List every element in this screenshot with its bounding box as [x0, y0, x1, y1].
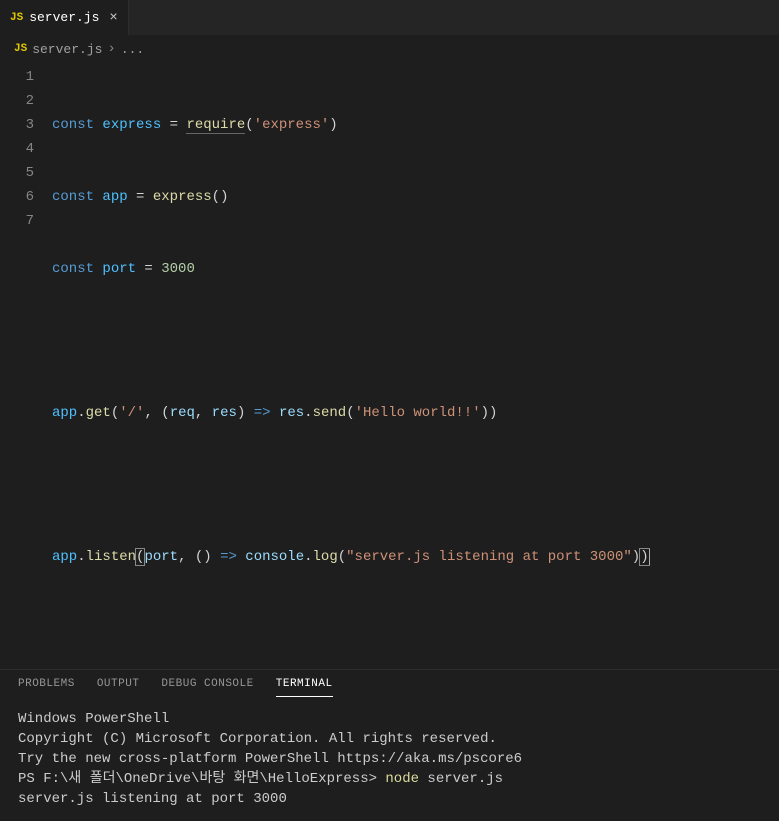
code-line: const express = require('express') [52, 113, 779, 137]
js-file-icon: JS [10, 12, 23, 24]
line-number: 5 [0, 161, 34, 185]
code-editor[interactable]: 1 2 3 4 5 6 7 const express = require('e… [0, 63, 779, 669]
bottom-panel: PROBLEMS OUTPUT DEBUG CONSOLE TERMINAL W… [0, 669, 779, 821]
code-line: app.get('/', (req, res) => res.send('Hel… [52, 401, 779, 425]
code-line: const app = express() [52, 185, 779, 209]
tab-server-js[interactable]: JS server.js × [0, 0, 129, 35]
line-number: 7 [0, 209, 34, 233]
code-line [52, 329, 779, 353]
terminal-line: Try the new cross-platform PowerShell ht… [18, 749, 761, 769]
terminal-line: Copyright (C) Microsoft Corporation. All… [18, 729, 761, 749]
tab-bar: JS server.js × [0, 0, 779, 35]
tab-output[interactable]: OUTPUT [97, 678, 140, 697]
breadcrumb-file: server.js [32, 42, 102, 57]
line-number: 4 [0, 137, 34, 161]
breadcrumb[interactable]: JS server.js › ... [0, 35, 779, 63]
chevron-right-icon: › [107, 41, 115, 57]
line-number: 3 [0, 113, 34, 137]
line-number: 1 [0, 65, 34, 89]
tab-debug-console[interactable]: DEBUG CONSOLE [161, 678, 253, 697]
line-number: 2 [0, 89, 34, 113]
code-line: app.listen(port, () => console.log("serv… [52, 545, 779, 569]
tab-label: server.js [29, 10, 99, 25]
js-file-icon: JS [14, 43, 27, 55]
tab-terminal[interactable]: TERMINAL [276, 678, 333, 697]
terminal-content[interactable]: Windows PowerShell Copyright (C) Microso… [0, 697, 779, 821]
panel-tabs: PROBLEMS OUTPUT DEBUG CONSOLE TERMINAL [0, 670, 779, 697]
line-number: 6 [0, 185, 34, 209]
tab-problems[interactable]: PROBLEMS [18, 678, 75, 697]
terminal-line: PS F:\새 폴더\OneDrive\바탕 화면\HelloExpress> … [18, 769, 761, 789]
code-content[interactable]: const express = require('express') const… [52, 65, 779, 669]
code-line: const port = 3000 [52, 257, 779, 281]
line-gutter: 1 2 3 4 5 6 7 [0, 65, 52, 669]
code-line [52, 473, 779, 497]
breadcrumb-ellipsis: ... [121, 42, 144, 57]
close-icon[interactable]: × [109, 10, 117, 26]
terminal-line: Windows PowerShell [18, 709, 761, 729]
terminal-line: server.js listening at port 3000 [18, 789, 761, 809]
